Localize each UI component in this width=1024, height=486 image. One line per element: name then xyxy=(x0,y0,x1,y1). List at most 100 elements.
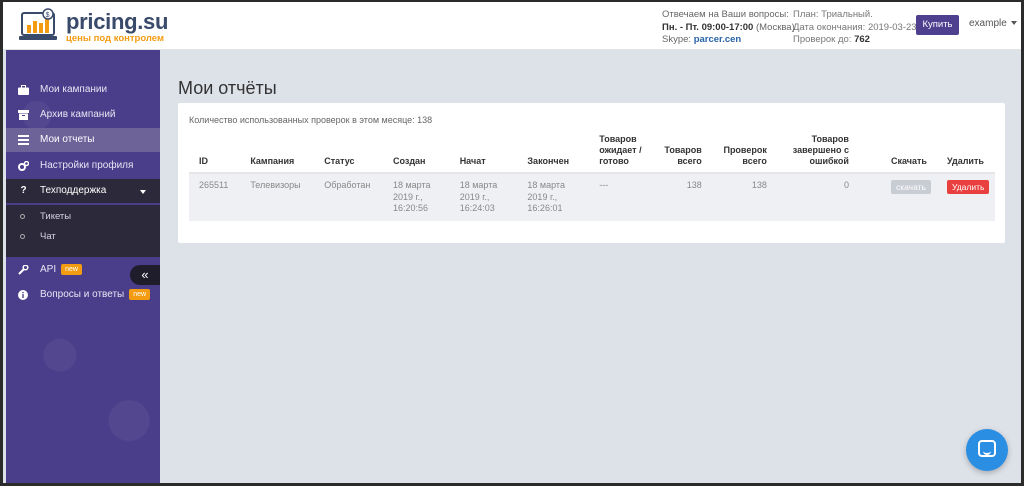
sidebar-subitem-tickets[interactable]: Тикеты xyxy=(40,211,71,222)
col-checks-line: Проверок xyxy=(723,145,767,155)
chat-icon xyxy=(978,440,996,457)
main-content: Мои отчёты Количество использованных про… xyxy=(160,50,1024,486)
skype-label: Skype: xyxy=(662,34,692,45)
svg-text:$: $ xyxy=(46,12,50,19)
sidebar-item-label: Техподдержка xyxy=(40,185,107,196)
col-waiting-line: ожидает / xyxy=(599,145,642,155)
skype-value[interactable]: parcer.cen xyxy=(694,34,742,45)
plan-end-date: Дата окончания: 2019-03-23. xyxy=(793,21,920,33)
col-download: Скачать xyxy=(858,131,937,174)
top-header: $ pricing.su цены под контролем Отвечаем… xyxy=(0,0,1024,50)
sidebar-item-faq[interactable]: Вопросы и ответы new xyxy=(6,283,160,307)
sidebar-item-label: Мои кампании xyxy=(40,84,108,95)
chat-widget-button[interactable] xyxy=(966,429,1008,471)
cell-started-line: 2019 г., xyxy=(459,191,490,202)
sidebar-subitem-chat[interactable]: Чат xyxy=(40,231,56,242)
new-badge: new xyxy=(129,288,151,300)
gears-icon xyxy=(18,160,30,171)
col-checks-line: всего xyxy=(742,156,767,166)
sidebar-item-campaigns[interactable]: Мои кампании xyxy=(6,78,160,102)
col-errors-line: ошибкой xyxy=(809,156,849,166)
col-errors-line: завершено с xyxy=(792,145,849,155)
contact-hours-bold: Пн. - Пт. 09:00-17:00 xyxy=(662,21,754,33)
cell-created-line: 16:20:56 xyxy=(392,203,429,213)
col-errors: Товаров завершено с ошибкой xyxy=(776,131,859,174)
reports-icon xyxy=(18,135,29,145)
chevron-down-icon xyxy=(140,190,146,194)
col-errors-line: Товаров xyxy=(811,134,849,144)
plan-name: План: Триальный. xyxy=(793,9,873,20)
contact-info: Отвечаем на Ваши вопросы: Пн. - Пт. 09:0… xyxy=(662,9,795,47)
col-delete: Удалить xyxy=(936,131,995,174)
cell-errors: 0 xyxy=(776,173,859,221)
cell-finished: 18 марта 2019 г., 16:26:01 xyxy=(517,173,590,221)
plan-info: План: Триальный. Дата окончания: 2019-03… xyxy=(793,9,919,47)
logo-tagline: цены под контролем xyxy=(66,33,164,44)
cell-started-line: 16:24:03 xyxy=(459,203,495,213)
col-waiting: Товаров ожидает / готово xyxy=(589,131,653,174)
sidebar-item-label: Мои отчеты xyxy=(40,134,95,145)
archive-icon xyxy=(18,110,29,120)
cell-campaign: Телевизоры xyxy=(240,173,315,221)
cell-created-line: 2019 г., xyxy=(392,191,423,202)
download-button[interactable]: скачать xyxy=(890,180,931,194)
cell-started-line: 18 марта xyxy=(459,180,498,190)
circle-icon xyxy=(20,234,25,239)
info-icon xyxy=(18,290,29,300)
user-menu[interactable]: example xyxy=(969,18,1017,29)
usage-note: Количество использованных проверок в это… xyxy=(189,115,433,125)
cell-status: Обработан xyxy=(314,173,383,221)
page-title: Мои отчёты xyxy=(178,78,277,98)
cell-delete: Удалить xyxy=(936,173,995,221)
col-id: ID xyxy=(189,131,241,174)
briefcase-icon xyxy=(18,85,29,95)
col-total: Товаров всего xyxy=(652,131,712,174)
new-badge: new xyxy=(61,263,82,275)
contact-hours: Пн. - Пт. 09:00-17:00 (Москва) xyxy=(662,22,795,35)
cell-finished-line: 2019 г., xyxy=(527,191,558,202)
delete-button[interactable]: Удалить xyxy=(946,180,990,194)
col-created: Создан xyxy=(382,131,450,174)
cell-download: скачать xyxy=(858,173,937,221)
plan-checks: Проверок до: 762 xyxy=(793,34,919,47)
support-submenu: Тикеты Чат xyxy=(6,205,160,257)
sidebar-item-support[interactable]: ? Техподдержка xyxy=(6,179,160,203)
contact-skype: Skype: parcer.cen xyxy=(662,34,795,47)
logo-laptop-icon: $ xyxy=(19,8,57,40)
cell-id: 265511 xyxy=(189,173,241,221)
col-status: Статус xyxy=(314,131,383,174)
reports-card: Количество использованных проверок в это… xyxy=(178,103,1005,243)
sidebar-item-archive[interactable]: Архив кампаний xyxy=(6,103,160,127)
cell-started: 18 марта 2019 г., 16:24:03 xyxy=(449,173,518,221)
sidebar-item-reports[interactable]: Мои отчеты xyxy=(6,128,160,152)
reports-table: ID Кампания Статус Создан Начат Закончен… xyxy=(189,131,995,221)
plan-checks-value: 762 xyxy=(854,34,870,45)
buy-button[interactable]: Купить xyxy=(916,15,959,35)
logo[interactable]: $ pricing.su цены под контролем xyxy=(18,6,168,46)
table-header-row: ID Кампания Статус Создан Начат Закончен… xyxy=(189,131,995,174)
question-icon: ? xyxy=(20,185,27,196)
circle-icon xyxy=(20,214,25,219)
col-waiting-line: готово xyxy=(599,156,629,166)
sidebar-item-label: Настройки профиля xyxy=(40,160,134,171)
contact-hours-tz: (Москва) xyxy=(755,21,795,33)
cell-created: 18 марта 2019 г., 16:20:56 xyxy=(382,173,450,221)
wrench-icon xyxy=(18,264,29,275)
col-waiting-line: Товаров xyxy=(599,134,637,144)
cell-total: 138 xyxy=(652,173,712,221)
contact-line: Отвечаем на Ваши вопросы: xyxy=(662,9,789,20)
plan-checks-label: Проверок до: xyxy=(793,34,852,45)
col-checks: Проверок всего xyxy=(711,131,777,174)
cell-waiting: --- xyxy=(589,173,653,221)
cell-checks: 138 xyxy=(711,173,777,221)
sidebar-item-label: API xyxy=(40,264,57,275)
chevron-down-icon xyxy=(1010,21,1017,26)
cell-finished-line: 18 марта xyxy=(527,180,565,190)
sidebar-item-label: Вопросы и ответы xyxy=(40,289,125,300)
col-total-line: всего xyxy=(677,156,702,166)
sidebar-item-profile-settings[interactable]: Настройки профиля xyxy=(6,154,160,178)
logo-name: pricing.su xyxy=(66,9,169,34)
col-finished: Закончен xyxy=(517,131,590,174)
sidebar-collapse-button[interactable]: « xyxy=(130,265,160,285)
col-started: Начат xyxy=(449,131,518,174)
